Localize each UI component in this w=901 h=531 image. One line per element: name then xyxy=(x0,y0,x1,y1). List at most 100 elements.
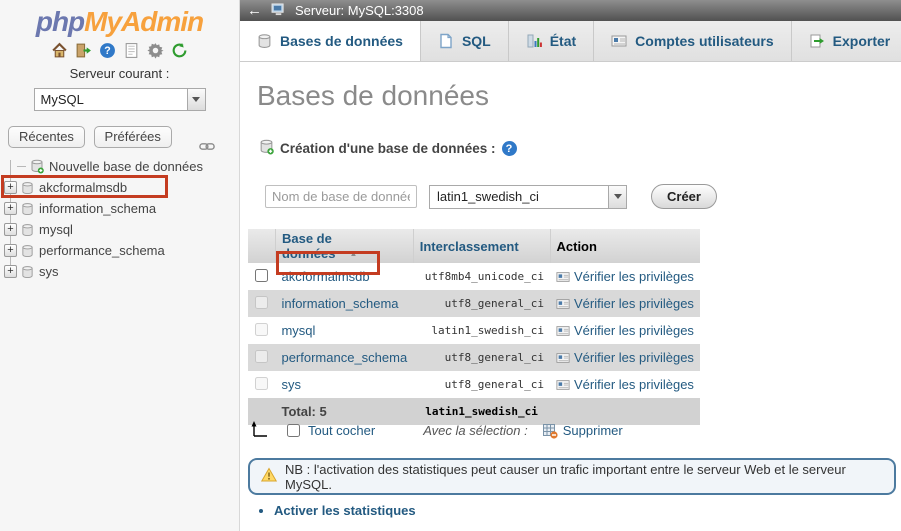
drop-selected-label[interactable]: Supprimer xyxy=(563,423,623,438)
column-header-name[interactable]: Base de données▲ xyxy=(275,229,413,263)
expand-plus-icon[interactable]: + xyxy=(4,265,17,278)
check-privileges-link[interactable]: Vérifier les privilèges xyxy=(574,269,694,284)
server-breadcrumb-bar: ← Serveur: MySQL:3308 xyxy=(240,0,901,21)
check-privileges-link[interactable]: Vérifier les privilèges xyxy=(574,323,694,338)
database-icon xyxy=(21,181,34,195)
server-select-value: MySQL xyxy=(41,92,84,107)
sort-asc-icon: ▲ xyxy=(349,249,357,258)
expand-plus-icon[interactable]: + xyxy=(4,244,17,257)
notice-text: NB : l'activation des statistiques peut … xyxy=(285,462,883,492)
refresh-icon[interactable] xyxy=(171,42,188,59)
privileges-icon xyxy=(556,324,570,338)
privileges-icon xyxy=(556,297,570,311)
create-database-section: Création d'une base de données : ? xyxy=(259,139,517,158)
expand-plus-icon[interactable]: + xyxy=(4,181,17,194)
home-icon[interactable] xyxy=(51,42,68,59)
collation-select[interactable]: latin1_swedish_ci xyxy=(429,185,627,209)
table-row: akcformalmsdb utf8mb4_unicode_ci Vérifie… xyxy=(248,263,700,290)
back-arrow[interactable]: ← xyxy=(247,3,262,18)
list-item: Activer les statistiques xyxy=(274,503,416,518)
logo-php-part: php xyxy=(36,6,84,37)
database-link[interactable]: performance_schema xyxy=(281,350,407,365)
create-database-heading: Création d'une base de données : xyxy=(280,141,496,156)
database-link[interactable]: akcformalmsdb xyxy=(281,269,369,284)
link-with-main-panel-icon[interactable] xyxy=(199,139,215,154)
tab-status[interactable]: État xyxy=(509,21,594,61)
database-name-input[interactable] xyxy=(265,185,417,208)
recent-button[interactable]: Récentes xyxy=(8,126,85,148)
database-icon xyxy=(21,223,34,237)
tree-item-label: information_schema xyxy=(39,201,156,216)
sidebar-toolbar: ? xyxy=(0,41,239,59)
tab-label: Comptes utilisateurs xyxy=(635,33,773,49)
new-database-icon xyxy=(259,139,274,158)
collation-value[interactable]: latin1_swedish_ci xyxy=(413,317,550,344)
enable-statistics-link[interactable]: Activer les statistiques xyxy=(274,503,416,518)
server-title: Serveur: MySQL:3308 xyxy=(295,3,424,18)
check-privileges-link[interactable]: Vérifier les privilèges xyxy=(574,350,694,365)
tab-databases[interactable]: Bases de données xyxy=(240,21,421,62)
expand-plus-icon[interactable]: + xyxy=(4,223,17,236)
drop-table-icon xyxy=(542,423,558,439)
logout-icon[interactable] xyxy=(75,42,92,59)
selection-actions-row: Tout cocher Avec la sélection : Supprime… xyxy=(250,420,623,441)
databases-table: Base de données▲ Interclassement Action … xyxy=(248,229,700,425)
database-icon xyxy=(21,244,34,258)
tab-sql[interactable]: SQL xyxy=(421,21,509,61)
database-link[interactable]: information_schema xyxy=(281,296,398,311)
server-select-arrow[interactable] xyxy=(187,89,205,110)
chevron-down-icon xyxy=(614,194,622,199)
server-monitor-icon xyxy=(271,3,286,19)
tab-user-accounts[interactable]: Comptes utilisateurs xyxy=(594,21,791,61)
table-header-row: Base de données▲ Interclassement Action xyxy=(248,229,700,263)
tab-label: Bases de données xyxy=(280,33,403,49)
logo-myadmin-part: MyAdmin xyxy=(84,6,203,37)
favorites-button[interactable]: Préférées xyxy=(94,126,172,148)
row-checkbox xyxy=(255,350,268,363)
server-tabs: Bases de données SQL État Comptes utilis… xyxy=(240,21,901,62)
tree-item-mysql[interactable]: + mysql xyxy=(2,219,238,240)
help-icon[interactable]: ? xyxy=(99,42,116,59)
tree-item-new-database[interactable]: Nouvelle base de données xyxy=(2,156,238,177)
check-privileges-link[interactable]: Vérifier les privilèges xyxy=(574,377,694,392)
table-row: mysql latin1_swedish_ci Vérifier les pri… xyxy=(248,317,700,344)
documentation-icon[interactable] xyxy=(123,42,140,59)
row-checkbox xyxy=(255,377,268,390)
collation-value[interactable]: utf8mb4_unicode_ci xyxy=(413,263,550,290)
tree-item-sys[interactable]: + sys xyxy=(2,261,238,282)
collation-value[interactable]: utf8_general_ci xyxy=(413,290,550,317)
check-all-label[interactable]: Tout cocher xyxy=(308,423,375,438)
drop-selected-button[interactable]: Supprimer xyxy=(542,423,623,439)
server-select[interactable]: MySQL xyxy=(34,88,206,111)
table-row: sys utf8_general_ci Vérifier les privilè… xyxy=(248,371,700,398)
row-checkbox[interactable] xyxy=(255,269,268,282)
tree-item-information-schema[interactable]: + information_schema xyxy=(2,198,238,219)
navigation-sidebar: phpMyAdmin ? Serveur courant : MySQL Réc… xyxy=(0,0,240,531)
database-link[interactable]: mysql xyxy=(281,323,315,338)
tree-item-label: akcformalmsdb xyxy=(39,180,127,195)
help-icon[interactable]: ? xyxy=(502,141,517,156)
svg-text:?: ? xyxy=(104,45,110,57)
tree-item-label: sys xyxy=(39,264,59,279)
new-database-icon xyxy=(30,159,44,174)
expand-plus-icon[interactable]: + xyxy=(4,202,17,215)
collation-select-arrow[interactable] xyxy=(608,186,626,208)
settings-gear-icon[interactable] xyxy=(147,42,164,59)
create-button[interactable]: Créer xyxy=(651,184,717,209)
header-checkbox-cell xyxy=(248,229,275,263)
export-icon xyxy=(809,33,825,49)
tree-item-akcformalmsdb[interactable]: + akcformalmsdb xyxy=(2,177,238,198)
check-privileges-link[interactable]: Vérifier les privilèges xyxy=(574,296,694,311)
tab-export[interactable]: Exporter xyxy=(792,21,901,61)
phpmyadmin-logo[interactable]: phpMyAdmin xyxy=(0,6,239,38)
collation-value[interactable]: utf8_general_ci xyxy=(413,371,550,398)
status-chart-icon xyxy=(526,33,542,49)
chevron-down-icon xyxy=(192,97,200,102)
create-database-form: latin1_swedish_ci Créer xyxy=(265,184,717,209)
column-header-collation[interactable]: Interclassement xyxy=(413,229,550,263)
tree-item-performance-schema[interactable]: + performance_schema xyxy=(2,240,238,261)
collation-value[interactable]: utf8_general_ci xyxy=(413,344,550,371)
database-link[interactable]: sys xyxy=(281,377,301,392)
tab-label: État xyxy=(550,33,576,49)
check-all-checkbox[interactable] xyxy=(287,424,300,437)
